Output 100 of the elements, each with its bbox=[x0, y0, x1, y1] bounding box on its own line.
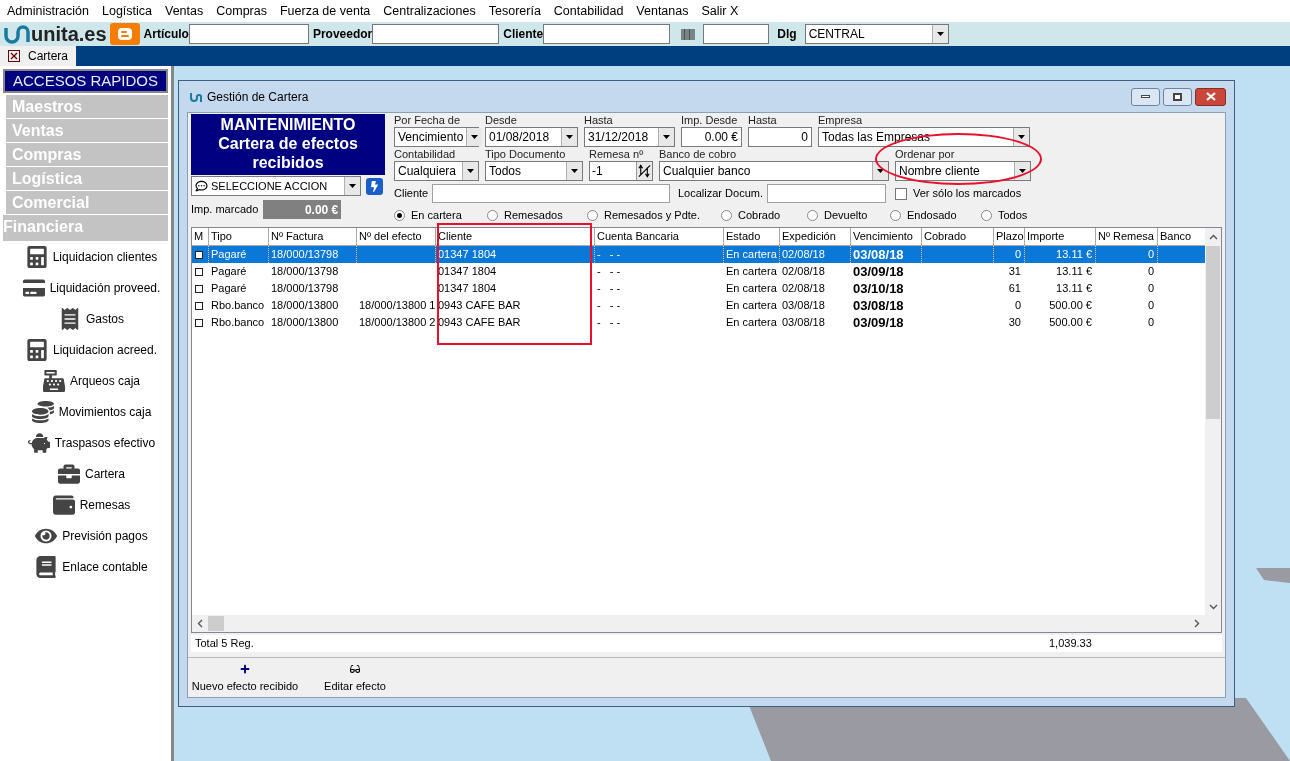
checkbox[interactable] bbox=[195, 284, 203, 293]
toolbar-button[interactable]: Nuevo efecto recibido bbox=[190, 664, 300, 695]
dropdown-button[interactable] bbox=[931, 25, 948, 43]
radio-button[interactable] bbox=[394, 209, 405, 221]
scroll-thumb[interactable] bbox=[1206, 246, 1220, 419]
minimize-button[interactable] bbox=[1131, 87, 1160, 106]
dropdown-field[interactable]: CENTRAL bbox=[804, 24, 949, 44]
document-field[interactable] bbox=[767, 184, 886, 203]
column-header[interactable]: Nº Factura bbox=[269, 228, 357, 245]
input-field[interactable] bbox=[372, 24, 500, 44]
number-field[interactable]: 0.00 € bbox=[681, 127, 742, 147]
column-header[interactable]: Expedición bbox=[780, 228, 851, 245]
radio-label[interactable]: Cobrado bbox=[738, 207, 781, 224]
menu-item[interactable]: Compras bbox=[216, 1, 267, 21]
radio-button[interactable] bbox=[890, 209, 901, 221]
column-header[interactable]: Cuenta Bancaria bbox=[595, 228, 724, 245]
menu-item[interactable]: Fuerza de venta bbox=[279, 1, 371, 21]
column-header[interactable]: Importe bbox=[1025, 228, 1096, 245]
dropdown-field[interactable]: Todas las Empresas bbox=[818, 127, 1030, 147]
vertical-scrollbar[interactable] bbox=[1205, 228, 1221, 632]
dropdown-field[interactable]: Vencimiento bbox=[394, 127, 479, 147]
checkbox[interactable] bbox=[195, 250, 203, 259]
shortcut-item[interactable]: Previsión pagos bbox=[3, 521, 168, 551]
shortcut-item[interactable]: Liquidación proveed. bbox=[3, 273, 168, 303]
menu-item[interactable]: Ventanas bbox=[636, 1, 689, 21]
close-icon[interactable] bbox=[8, 50, 20, 62]
shortcut-item[interactable]: Liquidacion acreed. bbox=[3, 335, 168, 365]
column-header[interactable]: Vencimiento bbox=[851, 228, 922, 245]
shortcut-item[interactable]: Liquidacion clientes bbox=[3, 242, 168, 272]
radio-label[interactable]: Remesados bbox=[504, 207, 563, 224]
dropdown-button[interactable] bbox=[466, 128, 483, 146]
shortcut-item[interactable]: Cartera bbox=[3, 459, 168, 489]
column-header[interactable]: Cobrado bbox=[922, 228, 994, 245]
scroll-down-icon[interactable] bbox=[1208, 604, 1218, 610]
scroll-thumb[interactable] bbox=[208, 616, 224, 631]
toolbar-button[interactable]: Editar efecto bbox=[320, 664, 390, 695]
scroll-up-icon[interactable] bbox=[1208, 234, 1218, 240]
dropdown-field[interactable]: Todos bbox=[485, 161, 583, 181]
action-dropdown[interactable]: SELECCIONE ACCION bbox=[191, 176, 361, 196]
radio-button[interactable] bbox=[487, 209, 498, 221]
dropdown-field[interactable]: 31/12/2018 bbox=[584, 127, 675, 147]
input-field[interactable] bbox=[703, 24, 770, 44]
column-header[interactable]: Nº del efecto bbox=[357, 228, 436, 245]
shortcut-item[interactable]: Arqueos caja bbox=[3, 366, 168, 396]
checkbox[interactable] bbox=[195, 301, 203, 310]
spin-field[interactable]: -1 bbox=[589, 161, 653, 181]
dropdown-button[interactable] bbox=[658, 128, 674, 146]
maximize-button[interactable] bbox=[1163, 87, 1192, 106]
number-field[interactable]: 0 bbox=[748, 127, 812, 147]
horizontal-scrollbar[interactable] bbox=[192, 615, 1205, 632]
shortcut-item[interactable]: Traspasos efectivo bbox=[3, 428, 168, 458]
radio-button[interactable] bbox=[807, 209, 818, 221]
dropdown-button[interactable] bbox=[1013, 128, 1029, 146]
dropdown-button[interactable] bbox=[566, 162, 582, 180]
shortcut-item[interactable]: Movimientos caja bbox=[3, 397, 168, 427]
radio-label[interactable]: Remesados y Pdte. bbox=[604, 207, 700, 224]
column-header[interactable]: Plazo bbox=[994, 228, 1025, 245]
dropdown-field[interactable]: Cualquier banco bbox=[659, 161, 889, 181]
close-button[interactable] bbox=[1195, 87, 1226, 106]
shortcut-item[interactable]: Remesas bbox=[3, 490, 168, 520]
dropdown-button[interactable] bbox=[561, 128, 577, 146]
column-header[interactable]: Nº Remesa bbox=[1096, 228, 1158, 245]
table-row[interactable]: Pagaré 18/000/13798 01347 1804 - - - En cartera 02/08/18 03/08/18 0 13.11 € 0 bbox=[192, 246, 1205, 263]
menu-item[interactable]: Administración bbox=[7, 1, 89, 21]
radio-label[interactable]: Devuelto bbox=[824, 207, 868, 224]
scroll-left-icon[interactable] bbox=[197, 619, 203, 628]
input-field[interactable] bbox=[188, 24, 309, 44]
column-header[interactable]: Tipo bbox=[209, 228, 269, 245]
shortcut-item[interactable]: Enlace contable bbox=[3, 552, 168, 582]
menu-item[interactable]: Contabilidad bbox=[553, 1, 624, 21]
scroll-right-icon[interactable] bbox=[1194, 619, 1200, 628]
radio-button[interactable] bbox=[587, 209, 598, 221]
column-header[interactable]: Estado bbox=[724, 228, 780, 245]
menu-item[interactable]: Ventas bbox=[165, 1, 204, 21]
radio-label[interactable]: Todos bbox=[998, 207, 1028, 224]
radio-label[interactable]: Endosado bbox=[907, 207, 957, 224]
checkbox[interactable] bbox=[895, 187, 907, 200]
menu-item[interactable]: Salir X bbox=[701, 1, 739, 21]
dropdown-button[interactable] bbox=[462, 162, 478, 180]
tab[interactable]: Cartera bbox=[0, 46, 76, 66]
radio-button[interactable] bbox=[981, 209, 992, 221]
spin-arrows-icon[interactable] bbox=[636, 162, 652, 180]
radio-button[interactable] bbox=[721, 209, 732, 221]
dropdown-button[interactable] bbox=[1014, 162, 1030, 180]
input-field[interactable] bbox=[543, 24, 671, 44]
radio-label[interactable]: En cartera bbox=[411, 207, 462, 224]
run-button[interactable] bbox=[366, 177, 383, 195]
blog-icon[interactable] bbox=[109, 23, 140, 45]
checkbox[interactable] bbox=[195, 267, 203, 276]
dropdown-button[interactable] bbox=[344, 177, 360, 195]
shortcut-item[interactable]: Gastos bbox=[3, 304, 168, 334]
column-header[interactable]: M bbox=[192, 228, 209, 245]
menu-item[interactable]: Centralizaciones bbox=[383, 1, 476, 21]
dropdown-field[interactable]: 01/08/2018 bbox=[485, 127, 578, 147]
menu-item[interactable]: Tesorería bbox=[488, 1, 541, 21]
dropdown-field[interactable]: Nombre cliente bbox=[895, 161, 1031, 181]
client-field[interactable] bbox=[432, 184, 670, 203]
checkbox[interactable] bbox=[195, 318, 203, 327]
dropdown-field[interactable]: Cualquiera bbox=[394, 161, 479, 181]
dropdown-button[interactable] bbox=[872, 162, 888, 180]
